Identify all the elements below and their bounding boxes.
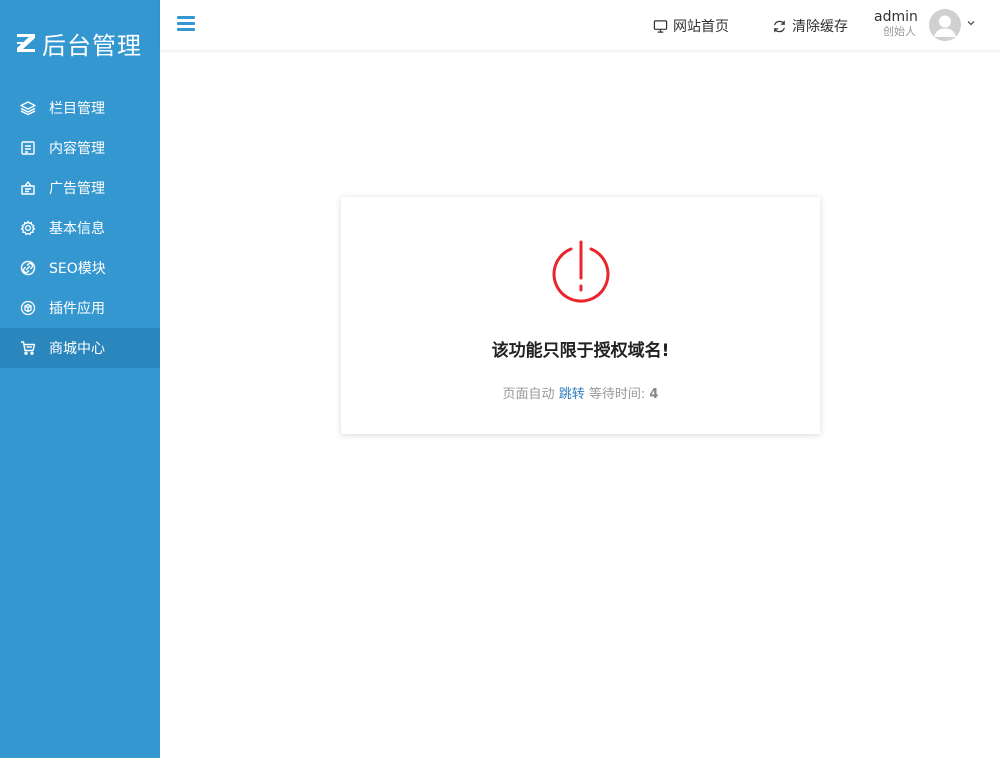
- ad-icon: [20, 180, 36, 196]
- sidebar-item-label: 基本信息: [49, 221, 105, 237]
- sidebar-item-label: 插件应用: [49, 301, 105, 317]
- sidebar-item-label: 内容管理: [49, 141, 105, 157]
- wait-label: 等待时间:: [588, 387, 646, 402]
- avatar[interactable]: [929, 9, 961, 41]
- sidebar-item-columns[interactable]: 栏目管理: [0, 88, 160, 128]
- link-icon: [20, 260, 36, 276]
- website-home-link[interactable]: 网站首页: [653, 16, 729, 36]
- logo-z-icon: [17, 34, 35, 52]
- website-home-label: 网站首页: [673, 19, 729, 35]
- countdown-value: 4: [649, 387, 659, 402]
- user-name: admin: [874, 9, 918, 25]
- jump-link[interactable]: 跳转: [559, 387, 585, 402]
- user-role: 创始人: [883, 25, 916, 38]
- sidebar-item-seo[interactable]: SEO模块: [0, 248, 160, 288]
- clear-cache-button[interactable]: 清除缓存: [772, 16, 848, 36]
- gear-icon: [20, 220, 36, 236]
- sidebar-menu: 栏目管理 内容管理 广告管理 基本信息 SEO模块 插件应用 商城中心: [0, 88, 160, 368]
- message-card: 该功能只限于授权域名! 页面自动 跳转 等待时间: 4: [341, 197, 820, 434]
- top-header: 网站首页 清除缓存 admin 创始人: [160, 0, 1000, 50]
- sidebar-item-label: 栏目管理: [49, 101, 105, 117]
- clear-cache-label: 清除缓存: [792, 19, 848, 35]
- sidebar: 后台管理 栏目管理 内容管理 广告管理 基本信息 SEO模块 插件应用 商城中心: [0, 0, 160, 758]
- sidebar-item-basic-info[interactable]: 基本信息: [0, 208, 160, 248]
- cube-icon: [20, 300, 36, 316]
- user-info[interactable]: admin 创始人: [874, 9, 918, 39]
- chevron-down-icon[interactable]: [966, 18, 976, 28]
- sidebar-item-plugins[interactable]: 插件应用: [0, 288, 160, 328]
- logo[interactable]: 后台管理: [0, 0, 160, 86]
- redirect-prefix: 页面自动: [502, 387, 555, 402]
- monitor-icon: [653, 19, 668, 33]
- sidebar-item-content[interactable]: 内容管理: [0, 128, 160, 168]
- document-icon: [20, 140, 36, 156]
- menu-toggle-icon[interactable]: [177, 16, 195, 32]
- power-warning-icon: [552, 240, 610, 303]
- logo-text: 后台管理: [42, 31, 142, 60]
- user-avatar-icon: [929, 9, 961, 41]
- redirect-notice: 页面自动 跳转 等待时间: 4: [341, 383, 820, 402]
- sidebar-item-label: SEO模块: [49, 261, 106, 277]
- sidebar-item-label: 商城中心: [49, 341, 105, 357]
- refresh-icon: [774, 20, 785, 32]
- message-title: 该功能只限于授权域名!: [491, 341, 670, 361]
- layers-icon: [20, 100, 36, 116]
- cart-icon: [20, 340, 36, 356]
- sidebar-item-mall[interactable]: 商城中心: [0, 328, 160, 368]
- sidebar-item-label: 广告管理: [49, 181, 105, 197]
- sidebar-item-ads[interactable]: 广告管理: [0, 168, 160, 208]
